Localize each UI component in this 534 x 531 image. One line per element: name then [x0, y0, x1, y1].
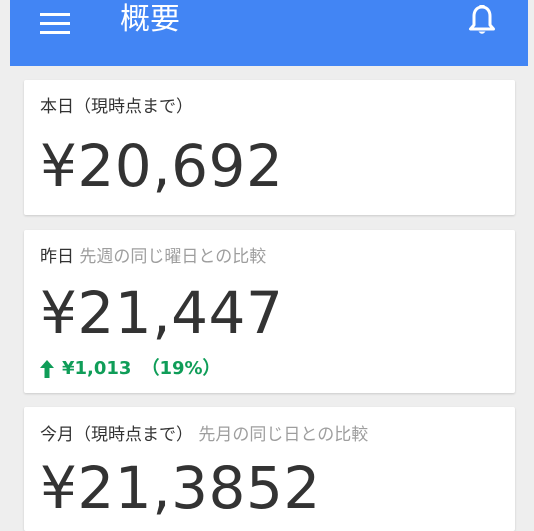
left-margin: [0, 0, 10, 531]
yesterday-amount: ¥21,447: [40, 279, 284, 347]
yesterday-card[interactable]: 昨日 先週の同じ曜日との比較 ¥21,447 ¥1,013 （19%）: [24, 230, 515, 393]
yesterday-comparison-label: 先週の同じ曜日との比較: [79, 247, 267, 267]
arrow-up-icon: [40, 360, 54, 378]
app-bar: 概要: [10, 0, 528, 66]
yesterday-change-percent: （19%）: [141, 358, 221, 379]
today-label: 本日（現時点まで）: [40, 96, 193, 118]
month-label: 今月（現時点まで） 先月の同じ日との比較: [40, 424, 368, 446]
month-comparison-label: 先月の同じ日との比較: [198, 425, 369, 445]
bell-icon[interactable]: [468, 4, 496, 38]
yesterday-label: 昨日 先週の同じ曜日との比較: [40, 246, 266, 268]
today-card[interactable]: 本日（現時点まで） ¥20,692: [24, 80, 515, 215]
month-amount: ¥21,3852: [40, 454, 321, 522]
hamburger-menu-icon[interactable]: [40, 13, 70, 35]
today-label-text: 本日（現時点まで）: [40, 97, 193, 117]
today-amount: ¥20,692: [40, 132, 284, 200]
yesterday-label-text: 昨日: [40, 247, 74, 267]
yesterday-change-amount: ¥1,013: [62, 358, 132, 379]
month-card[interactable]: 今月（現時点まで） 先月の同じ日との比較 ¥21,3852: [24, 407, 515, 531]
page-title: 概要: [120, 2, 180, 37]
yesterday-change: ¥1,013 （19%）: [40, 357, 221, 381]
month-label-text: 今月（現時点まで）: [40, 425, 193, 445]
